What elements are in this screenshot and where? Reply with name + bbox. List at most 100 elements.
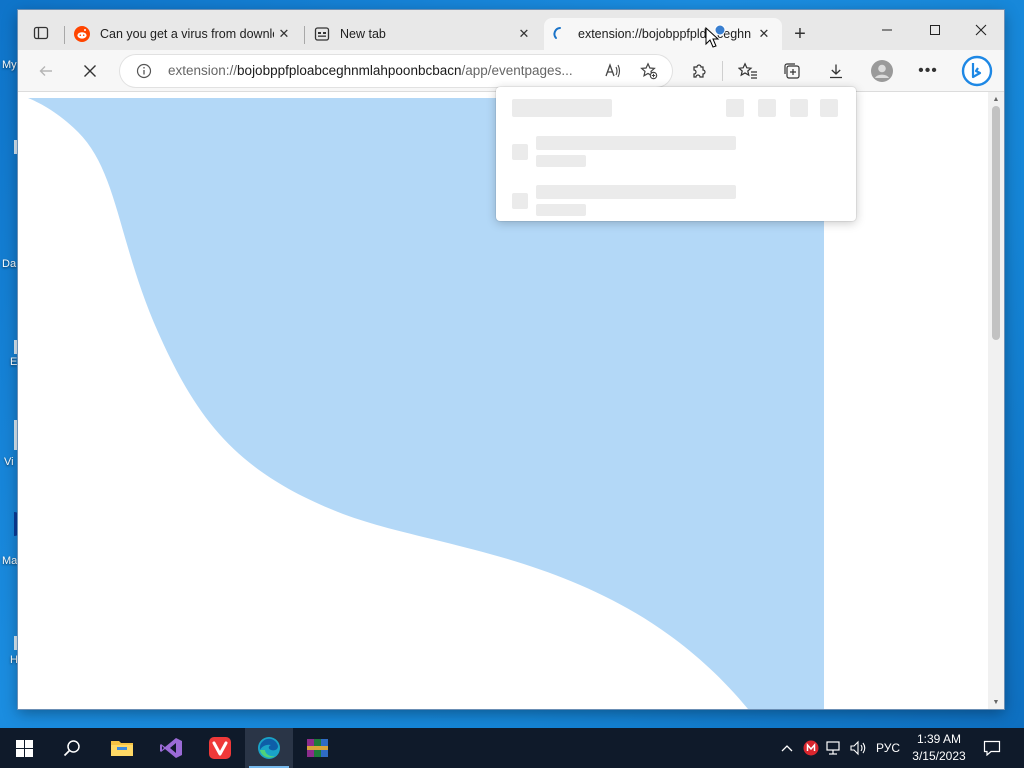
scroll-up-icon[interactable]: ▲ bbox=[988, 92, 1004, 106]
tab-actions-button[interactable] bbox=[26, 18, 56, 48]
skeleton-icon bbox=[820, 99, 838, 117]
minimize-icon bbox=[882, 29, 892, 31]
skeleton-icon bbox=[790, 99, 808, 117]
tab-title: New tab bbox=[340, 27, 386, 41]
url-path: /app/eventpages... bbox=[461, 63, 573, 78]
extensions-button[interactable] bbox=[683, 55, 715, 87]
volume-glyph bbox=[850, 740, 866, 756]
downloads-button[interactable] bbox=[820, 55, 852, 87]
vertical-scrollbar[interactable]: ▲ ▼ bbox=[988, 92, 1004, 709]
skeleton-title bbox=[512, 99, 612, 117]
extension-popup-skeleton bbox=[496, 87, 856, 221]
collections-button[interactable] bbox=[776, 55, 808, 87]
new-tab-icon bbox=[314, 26, 330, 42]
windows-logo-icon bbox=[15, 739, 33, 757]
windows-taskbar: РУС 1:39 AM 3/15/2023 bbox=[0, 728, 1024, 768]
tab-separator bbox=[304, 26, 305, 44]
desktop-icon-label[interactable]: My bbox=[2, 59, 17, 71]
maximize-icon bbox=[930, 25, 940, 35]
skeleton-item-line bbox=[536, 136, 736, 150]
tab-reddit[interactable]: Can you get a virus from downlo ✕ bbox=[66, 18, 302, 50]
skeleton-item-line bbox=[536, 155, 586, 167]
url-host: bojobppfploabceghnmlahpoonbcbacn bbox=[237, 63, 462, 78]
stop-loading-button[interactable] bbox=[74, 55, 106, 87]
network-icon[interactable] bbox=[824, 728, 846, 768]
tray-app-icon[interactable] bbox=[800, 728, 822, 768]
notification-center-button[interactable] bbox=[978, 728, 1006, 768]
start-button[interactable] bbox=[0, 728, 48, 768]
favorites-icon bbox=[738, 62, 757, 79]
volume-icon[interactable] bbox=[848, 728, 870, 768]
close-window-button[interactable] bbox=[958, 10, 1004, 50]
scrollbar-thumb[interactable] bbox=[992, 106, 1000, 340]
close-tab-icon[interactable]: ✕ bbox=[754, 24, 774, 44]
plus-icon: + bbox=[794, 22, 806, 45]
desktop-icon-label[interactable]: Ma bbox=[2, 555, 17, 567]
back-arrow-icon bbox=[39, 66, 52, 76]
winrar-button[interactable] bbox=[294, 728, 342, 768]
mouse-cursor-icon bbox=[705, 24, 726, 48]
read-aloud-icon[interactable] bbox=[604, 62, 622, 83]
file-explorer-button[interactable] bbox=[98, 728, 146, 768]
vivaldi-button[interactable] bbox=[196, 728, 244, 768]
search-icon bbox=[63, 740, 80, 757]
edge-browser-window: Can you get a virus from downlo ✕ New ta… bbox=[18, 10, 1004, 709]
visual-studio-button[interactable] bbox=[147, 728, 195, 768]
desktop-icon-label[interactable]: Vi bbox=[4, 456, 14, 468]
add-favorite-icon[interactable] bbox=[640, 62, 658, 83]
url-prefix: extension:// bbox=[168, 63, 238, 78]
minimize-button[interactable] bbox=[864, 10, 910, 50]
new-tab-button[interactable]: + bbox=[784, 18, 816, 50]
input-language-indicator[interactable]: РУС bbox=[872, 728, 904, 768]
edge-button[interactable] bbox=[245, 728, 293, 768]
bing-icon bbox=[961, 55, 993, 87]
vivaldi-icon bbox=[209, 737, 231, 759]
profile-button[interactable] bbox=[866, 55, 898, 87]
tab-separator bbox=[64, 26, 65, 44]
loading-spinner-icon bbox=[552, 26, 568, 42]
navigation-toolbar: extension://bojobppfploabceghnmlahpoonbc… bbox=[18, 50, 1004, 92]
more-icon: ••• bbox=[918, 62, 938, 79]
bing-chat-button[interactable] bbox=[958, 52, 996, 90]
system-clock[interactable]: 1:39 AM 3/15/2023 bbox=[906, 731, 972, 765]
scroll-down-icon[interactable]: ▼ bbox=[988, 695, 1004, 709]
toolbar-divider bbox=[722, 61, 723, 81]
clock-date: 3/15/2023 bbox=[912, 749, 966, 763]
url-text: extension://bojobppfploabceghnmlahpoonbc… bbox=[168, 63, 573, 78]
skeleton-item-icon bbox=[512, 144, 528, 160]
notification-icon bbox=[983, 740, 1001, 756]
visual-studio-icon bbox=[160, 738, 182, 758]
back-button[interactable] bbox=[30, 55, 62, 87]
close-icon bbox=[84, 65, 96, 77]
taskbar-search-button[interactable] bbox=[48, 728, 96, 768]
maximize-button[interactable] bbox=[912, 10, 958, 50]
desktop-icon-label[interactable]: E bbox=[10, 356, 17, 368]
show-hidden-icons-button[interactable] bbox=[776, 728, 798, 768]
winrar-icon bbox=[307, 739, 328, 757]
puzzle-icon bbox=[693, 64, 706, 78]
tab-new-tab[interactable]: New tab ✕ bbox=[306, 18, 542, 50]
tab-strip: Can you get a virus from downlo ✕ New ta… bbox=[18, 10, 1004, 50]
edge-icon bbox=[258, 737, 280, 759]
desktop-icon-label[interactable]: H bbox=[10, 654, 18, 666]
clock-time: 1:39 AM bbox=[916, 732, 962, 746]
skeleton-item-line bbox=[536, 185, 736, 199]
address-bar[interactable]: extension://bojobppfploabceghnmlahpoonbc… bbox=[120, 55, 672, 87]
network-glyph bbox=[826, 741, 840, 755]
settings-more-button[interactable]: ••• bbox=[912, 55, 944, 87]
tab-extension-active[interactable]: extension://bojobppfpld...ceghn ✕ bbox=[544, 18, 782, 50]
skeleton-icon bbox=[758, 99, 776, 117]
skeleton-icon bbox=[726, 99, 744, 117]
favorites-button[interactable] bbox=[732, 55, 764, 87]
tab-title: Can you get a virus from downlo bbox=[100, 27, 274, 41]
desktop-icon-label[interactable]: Da bbox=[2, 258, 16, 270]
tray-m-icon bbox=[803, 740, 819, 756]
reddit-icon bbox=[74, 26, 90, 42]
close-tab-icon[interactable]: ✕ bbox=[274, 24, 294, 44]
file-explorer-icon bbox=[111, 741, 133, 756]
close-tab-icon[interactable]: ✕ bbox=[514, 24, 534, 44]
close-icon bbox=[975, 24, 987, 36]
download-icon bbox=[830, 64, 842, 79]
collections-icon bbox=[784, 63, 800, 79]
site-info-icon[interactable] bbox=[136, 63, 152, 82]
